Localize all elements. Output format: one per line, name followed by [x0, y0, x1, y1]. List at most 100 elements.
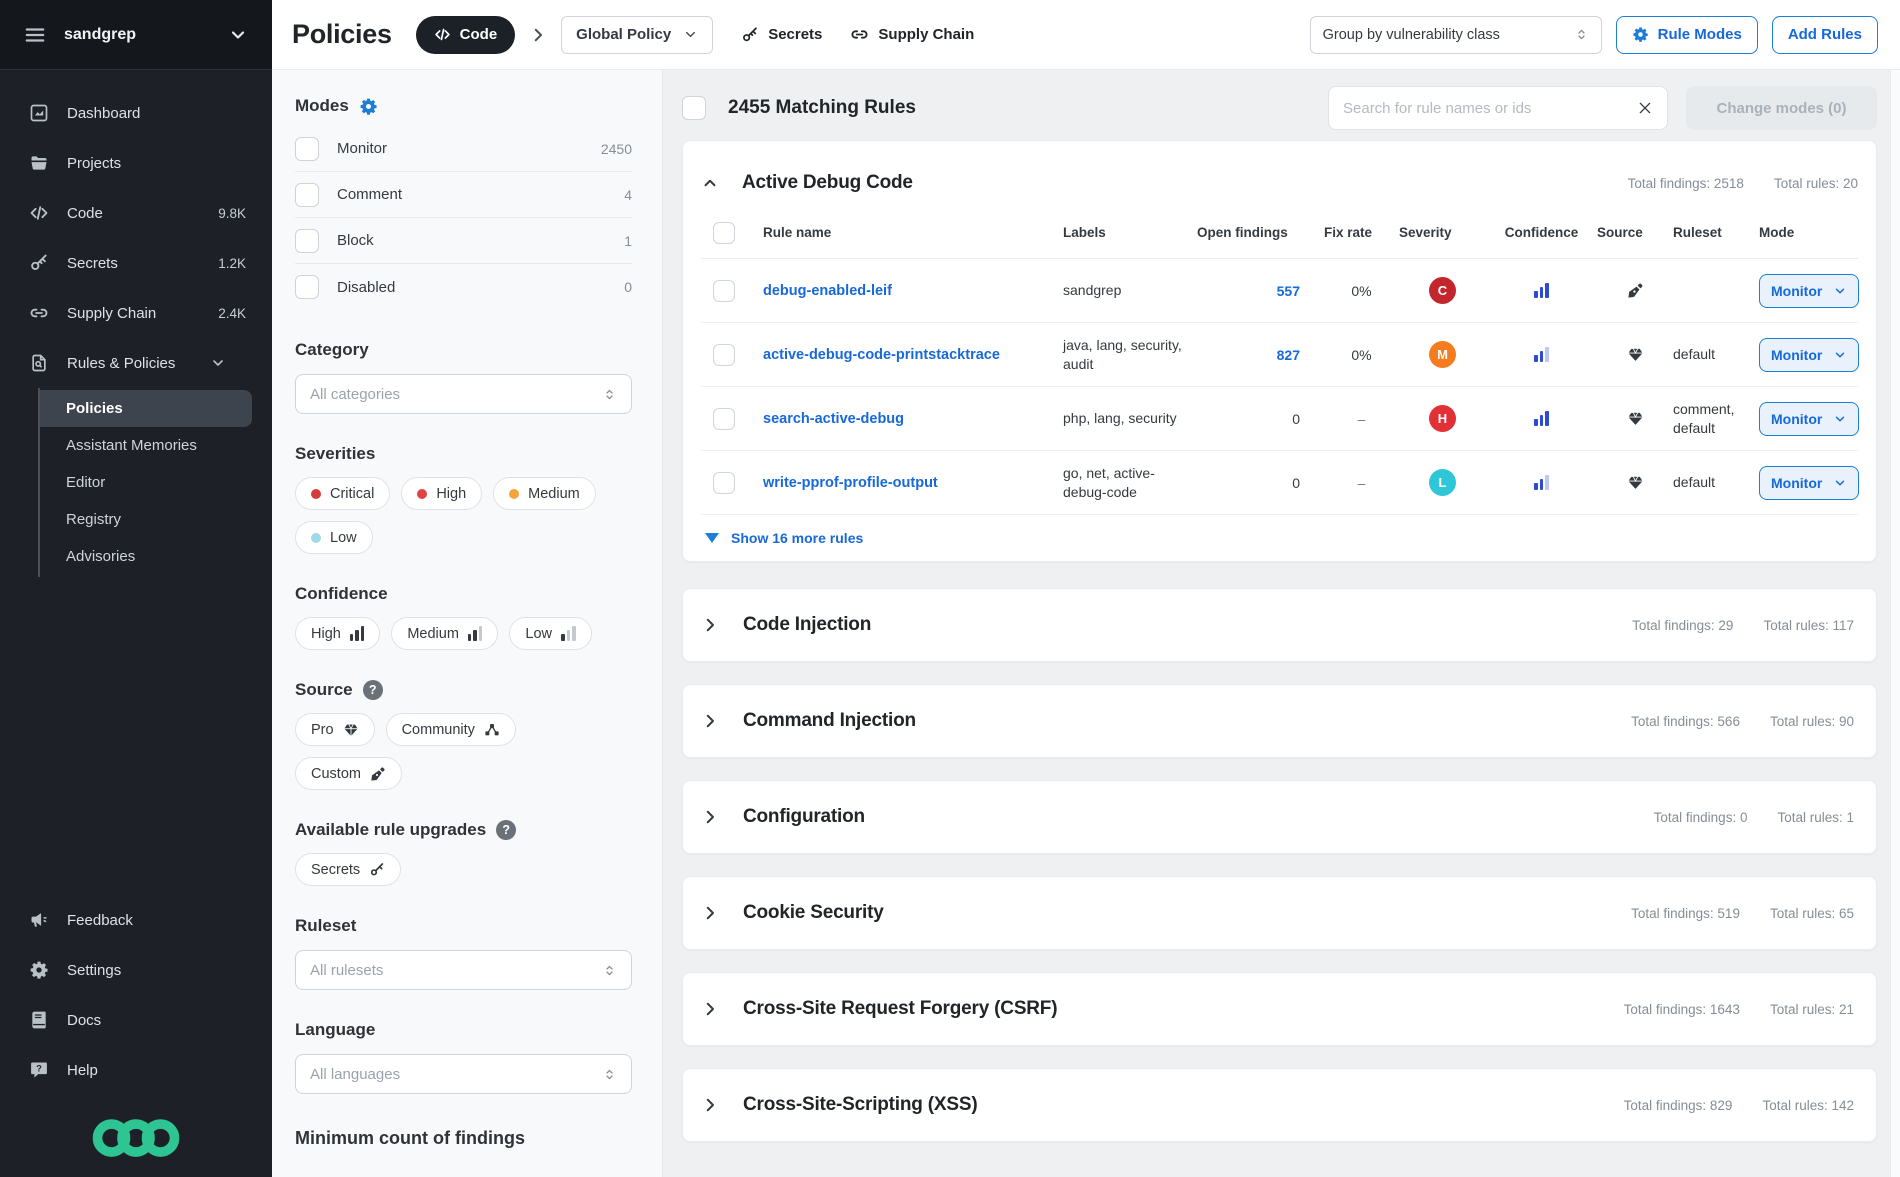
sidebar-item-editor[interactable]: Editor: [40, 464, 252, 501]
checkbox[interactable]: [295, 137, 319, 161]
policy-selector[interactable]: Global Policy: [561, 16, 713, 54]
bars-icon: [561, 626, 576, 641]
chip-label: Critical: [330, 486, 374, 502]
checkbox[interactable]: [295, 183, 319, 207]
source-chip-pro[interactable]: Pro: [295, 713, 375, 746]
mode-dropdown[interactable]: Monitor: [1759, 274, 1859, 308]
rule-name-link[interactable]: write-pprof-profile-output: [763, 475, 938, 491]
language-select[interactable]: All languages: [295, 1054, 632, 1094]
total-rules: Total rules: 20: [1774, 176, 1858, 191]
chevron-right-icon[interactable]: [701, 616, 719, 634]
open-findings-link[interactable]: 827: [1277, 347, 1300, 363]
key-icon: [369, 862, 385, 878]
mode-count: 1: [624, 233, 632, 249]
question-circle-icon[interactable]: ?: [496, 820, 516, 840]
sidebar-item-supply-chain[interactable]: Supply Chain 2.4K: [0, 288, 272, 338]
total-rules: Total rules: 142: [1762, 1098, 1854, 1113]
sidebar-item-docs[interactable]: Docs: [0, 995, 272, 1045]
chevron-right-icon[interactable]: [701, 1000, 719, 1018]
confidence-chip-low[interactable]: Low: [509, 617, 591, 650]
supply-chain-link[interactable]: Supply Chain: [850, 25, 974, 44]
chevron-down-icon[interactable]: [228, 25, 248, 45]
select-all-checkbox[interactable]: [682, 96, 706, 120]
chevron-right-icon[interactable]: [701, 1096, 719, 1114]
confidence-chip-medium[interactable]: Medium: [391, 617, 498, 650]
chevron-up-icon[interactable]: [701, 174, 719, 192]
bars-icon: [468, 626, 483, 641]
col-labels: Labels: [1063, 225, 1197, 240]
severity-chip-high[interactable]: High: [401, 477, 482, 510]
checkbox[interactable]: [295, 229, 319, 253]
chip-label: Low: [525, 626, 552, 642]
upgrade-chip-secrets[interactable]: Secrets: [295, 853, 401, 886]
fix-rate: –: [1324, 475, 1399, 491]
category-filter: Category All categories: [295, 340, 632, 414]
mode-dropdown[interactable]: Monitor: [1759, 466, 1859, 500]
sidebar-item-advisories[interactable]: Advisories: [40, 538, 252, 575]
sidebar-item-feedback[interactable]: Feedback: [0, 895, 272, 945]
sidebar-item-secrets[interactable]: Secrets 1.2K: [0, 238, 272, 288]
rule-name-link[interactable]: search-active-debug: [763, 411, 904, 427]
sidebar-item-help[interactable]: ? Help: [0, 1045, 272, 1095]
open-findings-link[interactable]: 557: [1277, 283, 1300, 299]
change-modes-button[interactable]: Change modes (0): [1686, 86, 1877, 130]
sidebar-item-rules-policies[interactable]: Rules & Policies: [0, 338, 272, 388]
chevron-right-icon[interactable]: [701, 712, 719, 730]
severity-chip-low[interactable]: Low: [295, 521, 373, 554]
chevron-right-icon[interactable]: [701, 904, 719, 922]
rule-search: [1328, 86, 1668, 130]
confidence-chip-high[interactable]: High: [295, 617, 380, 650]
search-input[interactable]: [1343, 100, 1637, 117]
sidebar-item-dashboard[interactable]: Dashboard: [0, 88, 272, 138]
section-cookie-security: Cookie Security Total findings: 519 Tota…: [682, 876, 1877, 950]
rule-modes-button[interactable]: Rule Modes: [1616, 16, 1758, 54]
chip-label: High: [311, 626, 341, 642]
show-more-rules[interactable]: Show 16 more rules: [701, 515, 1858, 561]
section-title: Active Debug Code: [742, 172, 913, 194]
secrets-link[interactable]: Secrets: [741, 26, 822, 44]
row-checkbox[interactable]: [713, 344, 735, 366]
add-rules-button[interactable]: Add Rules: [1772, 16, 1878, 54]
question-circle-icon[interactable]: ?: [363, 680, 383, 700]
org-switcher[interactable]: sandgrep: [0, 0, 272, 70]
col-confidence: Confidence: [1486, 225, 1597, 240]
sidebar-item-code[interactable]: Code 9.8K: [0, 188, 272, 238]
clear-search-icon[interactable]: [1637, 100, 1653, 116]
category-placeholder: All categories: [310, 386, 602, 403]
severity-chip-critical[interactable]: Critical: [295, 477, 390, 510]
sidebar-item-settings[interactable]: Settings: [0, 945, 272, 995]
megaphone-icon: [28, 910, 50, 930]
severity-chip-medium[interactable]: Medium: [493, 477, 596, 510]
source-chip-community[interactable]: Community: [386, 713, 516, 746]
sidebar-item-projects[interactable]: Projects: [0, 138, 272, 188]
source-chip-custom[interactable]: Custom: [295, 757, 402, 790]
confidence-filter: Confidence High Medium Low: [295, 584, 632, 650]
mode-dropdown[interactable]: Monitor: [1759, 338, 1859, 372]
ruleset-select[interactable]: All rulesets: [295, 950, 632, 990]
mode-dropdown[interactable]: Monitor: [1759, 402, 1859, 436]
open-findings: 0: [1197, 475, 1324, 491]
header-checkbox[interactable]: [713, 222, 735, 244]
category-select[interactable]: All categories: [295, 374, 632, 414]
ruleset-filter: Ruleset All rulesets: [295, 916, 632, 990]
product-tab-code[interactable]: Code: [416, 16, 516, 54]
rules-policies-subnav: Policies Assistant Memories Editor Regis…: [38, 388, 272, 577]
chip-label: Secrets: [311, 862, 360, 878]
gear-icon[interactable]: [359, 97, 378, 116]
rule-name-link[interactable]: debug-enabled-leif: [763, 283, 892, 299]
gear-icon: [1632, 26, 1649, 43]
hamburger-icon[interactable]: [24, 24, 46, 46]
group-by-select[interactable]: Group by vulnerability class: [1310, 16, 1602, 54]
chevron-right-icon[interactable]: [701, 808, 719, 826]
row-checkbox[interactable]: [713, 472, 735, 494]
row-checkbox[interactable]: [713, 280, 735, 302]
confidence-bars-icon: [1534, 411, 1549, 426]
row-checkbox[interactable]: [713, 408, 735, 430]
checkbox[interactable]: [295, 275, 319, 299]
scrollbar[interactable]: [1890, 70, 1900, 1177]
rule-name-link[interactable]: active-debug-code-printstacktrace: [763, 347, 1000, 363]
sidebar-item-assistant-memories[interactable]: Assistant Memories: [40, 427, 252, 464]
sidebar-item-policies[interactable]: Policies: [40, 390, 252, 427]
policy-selector-value: Global Policy: [576, 26, 671, 43]
sidebar-item-registry[interactable]: Registry: [40, 501, 252, 538]
